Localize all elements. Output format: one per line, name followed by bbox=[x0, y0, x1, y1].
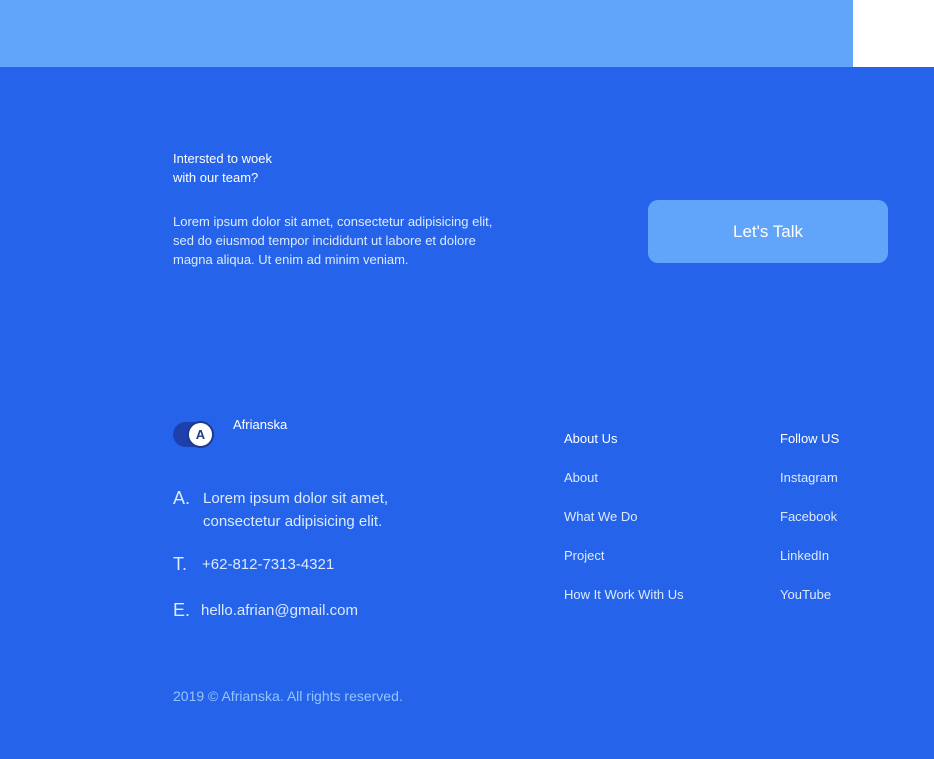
phone-value[interactable]: +62-812-7313-4321 bbox=[202, 553, 334, 576]
footer-link-how-it-work[interactable]: How It Work With Us bbox=[564, 587, 684, 602]
footer-link-project[interactable]: Project bbox=[564, 548, 604, 563]
phone-label: T. bbox=[173, 554, 188, 574]
cta-heading-line: Intersted to woek bbox=[173, 151, 272, 166]
email-label: E. bbox=[173, 600, 191, 620]
cta-text-line: Lorem ipsum dolor sit amet, consectetur … bbox=[173, 214, 493, 229]
address-line: Lorem ipsum dolor sit amet, bbox=[203, 490, 389, 507]
address-value: Lorem ipsum dolor sit amet, consectetur … bbox=[203, 487, 388, 533]
contact-phone: T. +62-812-7313-4321 bbox=[173, 553, 334, 576]
email-value[interactable]: hello.afrian@gmail.com bbox=[201, 599, 358, 622]
address-line: consectetur adipisicing elit. bbox=[203, 513, 383, 530]
footer bbox=[0, 67, 934, 759]
cta-text-line: sed do eiusmod tempor incididunt ut labo… bbox=[173, 233, 476, 248]
copyright-text: 2019 © Afrianska. All rights reserved. bbox=[173, 688, 403, 704]
brand-logo[interactable]: A bbox=[173, 421, 214, 448]
address-label: A. bbox=[173, 488, 191, 508]
contact-email: E. hello.afrian@gmail.com bbox=[173, 599, 358, 622]
cta-description: Lorem ipsum dolor sit amet, consectetur … bbox=[173, 212, 518, 269]
follow-us-title: Follow US bbox=[780, 431, 840, 446]
cta-heading: Intersted to woek with our team? bbox=[173, 149, 373, 187]
footer-link-what-we-do[interactable]: What We Do bbox=[564, 509, 637, 524]
cta-heading-line: with our team? bbox=[173, 170, 259, 185]
lets-talk-button[interactable]: Let's Talk bbox=[648, 200, 888, 263]
footer-link-linkedin[interactable]: LinkedIn bbox=[780, 548, 829, 563]
footer-link-facebook[interactable]: Facebook bbox=[780, 509, 837, 524]
top-corner-block bbox=[853, 0, 934, 67]
footer-link-instagram[interactable]: Instagram bbox=[780, 470, 838, 485]
about-us-title: About Us bbox=[564, 431, 618, 446]
brand-name: Afrianska bbox=[233, 417, 288, 432]
footer-link-about[interactable]: About bbox=[564, 470, 598, 485]
cta-text-line: magna aliqua. Ut enim ad minim veniam. bbox=[173, 252, 409, 267]
logo-circle-icon: A bbox=[187, 421, 214, 448]
top-banner bbox=[0, 0, 853, 67]
footer-link-youtube[interactable]: YouTube bbox=[780, 587, 831, 602]
contact-address: A. Lorem ipsum dolor sit amet, consectet… bbox=[173, 487, 388, 533]
